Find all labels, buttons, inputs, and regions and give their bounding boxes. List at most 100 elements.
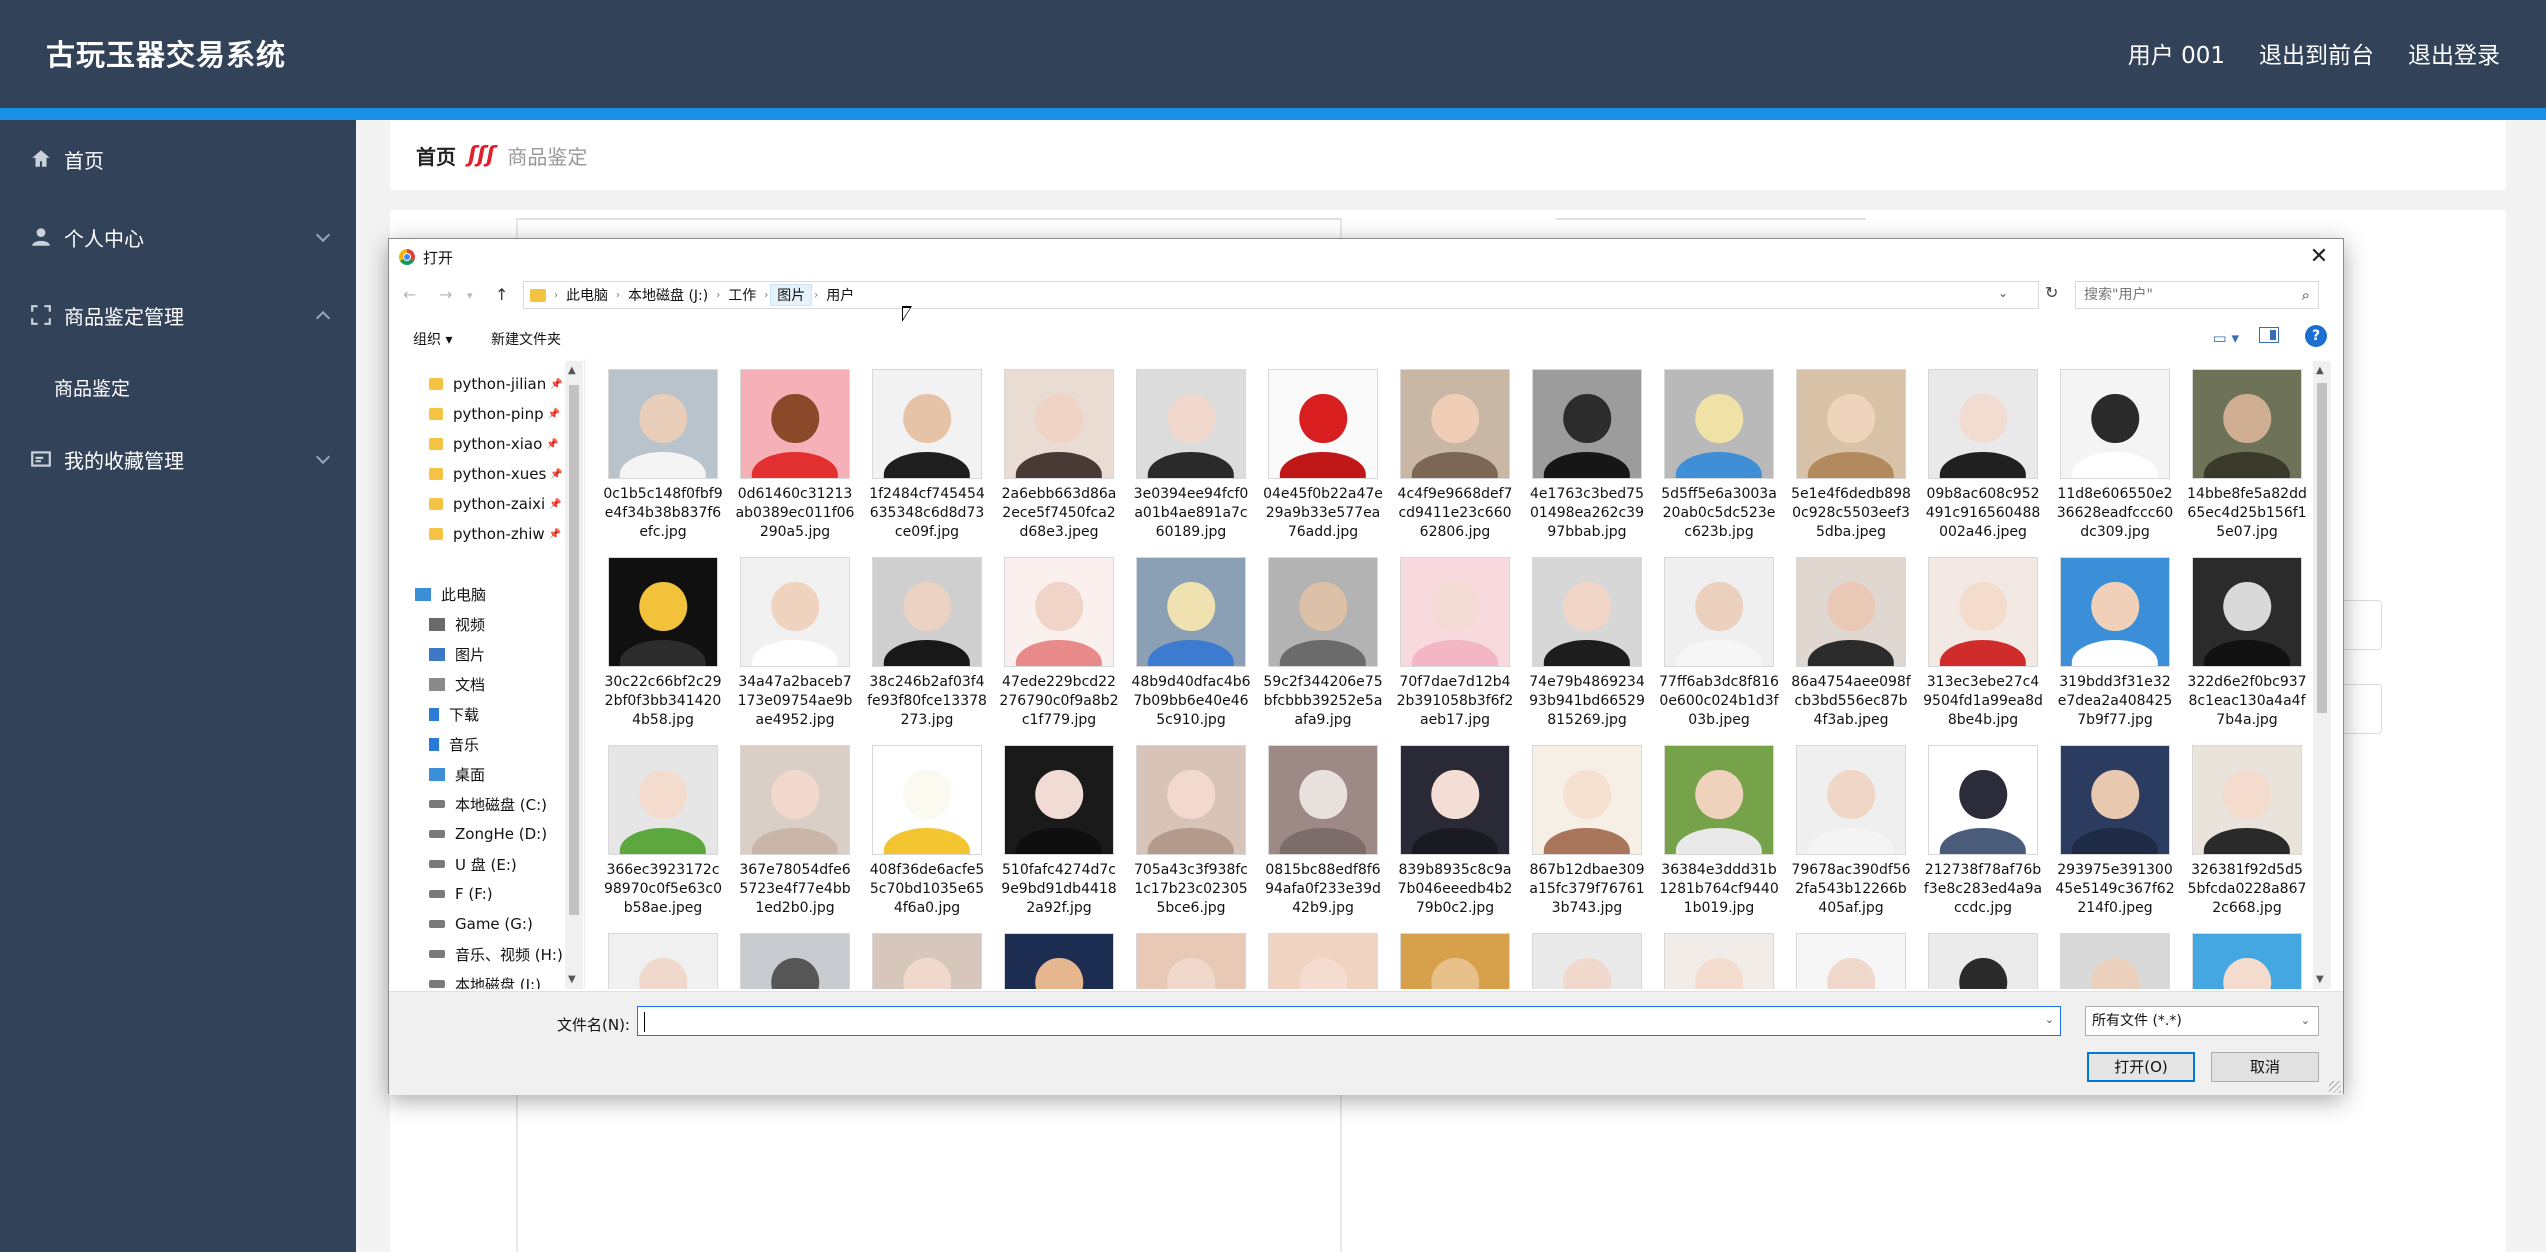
file-item[interactable]: 09b8ac608c952491c916560488002a46.jpeg: [1923, 369, 2043, 542]
nav-item[interactable]: 音乐、视频 (H:): [389, 939, 584, 969]
nav-item[interactable]: python-zaixi 📌: [389, 489, 584, 519]
scroll-down-icon[interactable]: ▼: [568, 974, 576, 985]
nav-item[interactable]: python-xues 📌: [389, 459, 584, 489]
file-item[interactable]: 867b12dbae309a15fc379f767613b743.jpg: [1527, 745, 1647, 918]
open-button[interactable]: 打开(O): [2087, 1052, 2195, 1082]
file-item[interactable]: 366ec3923172c98970c0f5e63c0b58ae.jpeg: [603, 745, 723, 918]
scroll-up-icon[interactable]: ▲: [2316, 365, 2324, 376]
nav-item[interactable]: 桌面: [389, 759, 584, 789]
file-item[interactable]: 2a6ebb663d86a2ece5f7450fca2d68e3.jpeg: [999, 369, 1119, 542]
sidebar-subitem-appraisal[interactable]: 商品鉴定: [0, 354, 356, 420]
exit-to-frontend-link[interactable]: 退出到前台: [2259, 36, 2374, 70]
address-crumb-pictures[interactable]: 图片: [770, 284, 813, 306]
search-input[interactable]: 搜索"用户" ⌕: [2075, 281, 2319, 309]
file-list-scrollbar[interactable]: ▲ ▼: [2313, 361, 2331, 989]
file-item[interactable]: [1395, 933, 1515, 989]
file-item[interactable]: 0815bc88edf8f694afa0f233e39d42b9.jpg: [1263, 745, 1383, 918]
file-item[interactable]: [2187, 933, 2307, 989]
logout-link[interactable]: 退出登录: [2408, 36, 2500, 70]
nav-item[interactable]: ZongHe (D:): [389, 819, 584, 849]
file-item[interactable]: 0d61460c31213ab0389ec011f06290a5.jpg: [735, 369, 855, 542]
new-folder-button[interactable]: 新建文件夹: [491, 329, 561, 349]
nav-item[interactable]: F (F:): [389, 879, 584, 909]
filetype-select[interactable]: 所有文件 (*.*) ⌄: [2085, 1006, 2319, 1036]
file-item[interactable]: 510fafc4274d7c9e9bd91db44182a92f.jpg: [999, 745, 1119, 918]
file-item[interactable]: 322d6e2f0bc9378c1eac130a4a4f7b4a.jpg: [2187, 557, 2307, 730]
file-item[interactable]: 30c22c66bf2c292bf0f3bb3414204b58.jpg: [603, 557, 723, 730]
file-item[interactable]: 34a47a2baceb7173e09754ae9bae4952.jpg: [735, 557, 855, 730]
file-item[interactable]: 4c4f9e9668def7cd9411e23c66062806.jpg: [1395, 369, 1515, 542]
sidebar-item-home[interactable]: 首页: [0, 120, 356, 198]
file-item[interactable]: 79678ac390df562fa543b12266b405af.jpg: [1791, 745, 1911, 918]
file-item[interactable]: 38c246b2af03f4fe93f80fce13378273.jpg: [867, 557, 987, 730]
up-arrow-icon[interactable]: ↑: [495, 285, 508, 304]
scrollbar-thumb[interactable]: [2317, 383, 2327, 713]
file-item[interactable]: [2055, 933, 2175, 989]
nav-item[interactable]: U 盘 (E:): [389, 849, 584, 879]
file-item[interactable]: 326381f92d5d55bfcda0228a8672c668.jpg: [2187, 745, 2307, 918]
file-item[interactable]: [1791, 933, 1911, 989]
nav-item[interactable]: python-zhiw 📌: [389, 519, 584, 549]
file-item[interactable]: [1263, 933, 1383, 989]
file-item[interactable]: 293975e39130045e5149c367f62214f0.jpeg: [2055, 745, 2175, 918]
address-crumb-work[interactable]: 工作: [722, 285, 762, 305]
dialog-titlebar[interactable]: 打开 ✕: [389, 239, 2343, 275]
nav-item[interactable]: 此电脑: [389, 579, 584, 609]
address-crumb-users[interactable]: 用户: [820, 285, 860, 305]
nav-item[interactable]: python-xiao 📌: [389, 429, 584, 459]
navigation-pane-scrollbar[interactable]: ▲ ▼: [565, 361, 583, 989]
address-bar[interactable]: › 此电脑 › 本地磁盘 (J:) › 工作 › 图片 › 用户 ⌄: [523, 281, 2039, 309]
file-item[interactable]: 11d8e606550e236628eadfccc60dc309.jpg: [2055, 369, 2175, 542]
file-item[interactable]: [603, 933, 723, 989]
breadcrumb-home[interactable]: 首页: [416, 141, 456, 170]
file-item[interactable]: 74e79b486923493b941bd66529815269.jpg: [1527, 557, 1647, 730]
chevron-down-icon[interactable]: ⌄: [1998, 286, 2008, 300]
resize-grip-icon[interactable]: [2329, 1081, 2341, 1093]
file-item[interactable]: 408f36de6acfe55c70bd1035e654f6a0.jpg: [867, 745, 987, 918]
file-item[interactable]: 0c1b5c148f0fbf9e4f34b38b837f6efc.jpg: [603, 369, 723, 542]
back-arrow-icon[interactable]: ←: [403, 285, 416, 304]
file-item[interactable]: 839b8935c8c9a7b046eeedb4b279b0c2.jpg: [1395, 745, 1515, 918]
scrollbar-thumb[interactable]: [569, 385, 579, 915]
address-crumb-drive-j[interactable]: 本地磁盘 (J:): [622, 285, 714, 305]
file-item[interactable]: [1659, 933, 1779, 989]
forward-arrow-icon[interactable]: →: [439, 285, 452, 304]
file-item[interactable]: 04e45f0b22a47e29a9b33e577ea76add.jpg: [1263, 369, 1383, 542]
address-crumb-this-pc[interactable]: 此电脑: [560, 285, 614, 305]
organize-menu-button[interactable]: 组织 ▾: [413, 329, 452, 349]
file-item[interactable]: 70f7dae7d12b42b391058b3f6f2aeb17.jpg: [1395, 557, 1515, 730]
file-item[interactable]: 3e0394ee94fcf0a01b4ae891a7c60189.jpg: [1131, 369, 1251, 542]
nav-item[interactable]: 图片: [389, 639, 584, 669]
file-item[interactable]: 47ede229bcd22276790c0f9a8b2c1f779.jpg: [999, 557, 1119, 730]
nav-item[interactable]: python-jilian 📌: [389, 369, 584, 399]
file-item[interactable]: 4e1763c3bed7501498ea262c3997bbab.jpg: [1527, 369, 1647, 542]
preview-pane-icon[interactable]: [2259, 327, 2279, 343]
file-item[interactable]: [735, 933, 855, 989]
file-item[interactable]: 319bdd3f31e32e7dea2a4084257b9f77.jpg: [2055, 557, 2175, 730]
scroll-up-icon[interactable]: ▲: [568, 365, 576, 376]
nav-item[interactable]: python-pinp 📌: [389, 399, 584, 429]
file-item[interactable]: 59c2f344206e75bfcbbb39252e5aafa9.jpg: [1263, 557, 1383, 730]
refresh-icon[interactable]: ↻: [2045, 283, 2058, 302]
file-item[interactable]: [1923, 933, 2043, 989]
cancel-button[interactable]: 取消: [2211, 1052, 2319, 1082]
file-item[interactable]: 86a4754aee098fcb3bd556ec87b4f3ab.jpeg: [1791, 557, 1911, 730]
file-item[interactable]: 5d5ff5e6a3003a20ab0c5dc523ec623b.jpg: [1659, 369, 1779, 542]
file-item[interactable]: [867, 933, 987, 989]
file-item[interactable]: [999, 933, 1119, 989]
sidebar-item-favorites-management[interactable]: 我的收藏管理: [0, 420, 356, 498]
file-item[interactable]: 5e1e4f6dedb8980c928c5503eef35dba.jpeg: [1791, 369, 1911, 542]
nav-item[interactable]: 文档: [389, 669, 584, 699]
view-options-icon[interactable]: ▭ ▾: [2213, 329, 2239, 347]
chevron-down-icon[interactable]: ⌄: [2045, 1013, 2054, 1026]
filename-input[interactable]: ⌄: [637, 1006, 2061, 1036]
nav-item[interactable]: 音乐: [389, 729, 584, 759]
file-item[interactable]: 705a43c3f938fc1c17b23c023055bce6.jpg: [1131, 745, 1251, 918]
close-icon[interactable]: ✕: [2305, 243, 2333, 271]
file-item[interactable]: 313ec3ebe27c49504fd1a99ea8d8be4b.jpg: [1923, 557, 2043, 730]
file-item[interactable]: 212738f78af76bf3e8c283ed4a9accdc.jpg: [1923, 745, 2043, 918]
file-item[interactable]: 14bbe8fe5a82dd65ec4d25b156f15e07.jpg: [2187, 369, 2307, 542]
sidebar-item-appraisal-management[interactable]: 商品鉴定管理: [0, 276, 356, 354]
file-item[interactable]: 367e78054dfe65723e4f77e4bb1ed2b0.jpg: [735, 745, 855, 918]
file-item[interactable]: 77ff6ab3dc8f8160e600c024b1d3f03b.jpeg: [1659, 557, 1779, 730]
